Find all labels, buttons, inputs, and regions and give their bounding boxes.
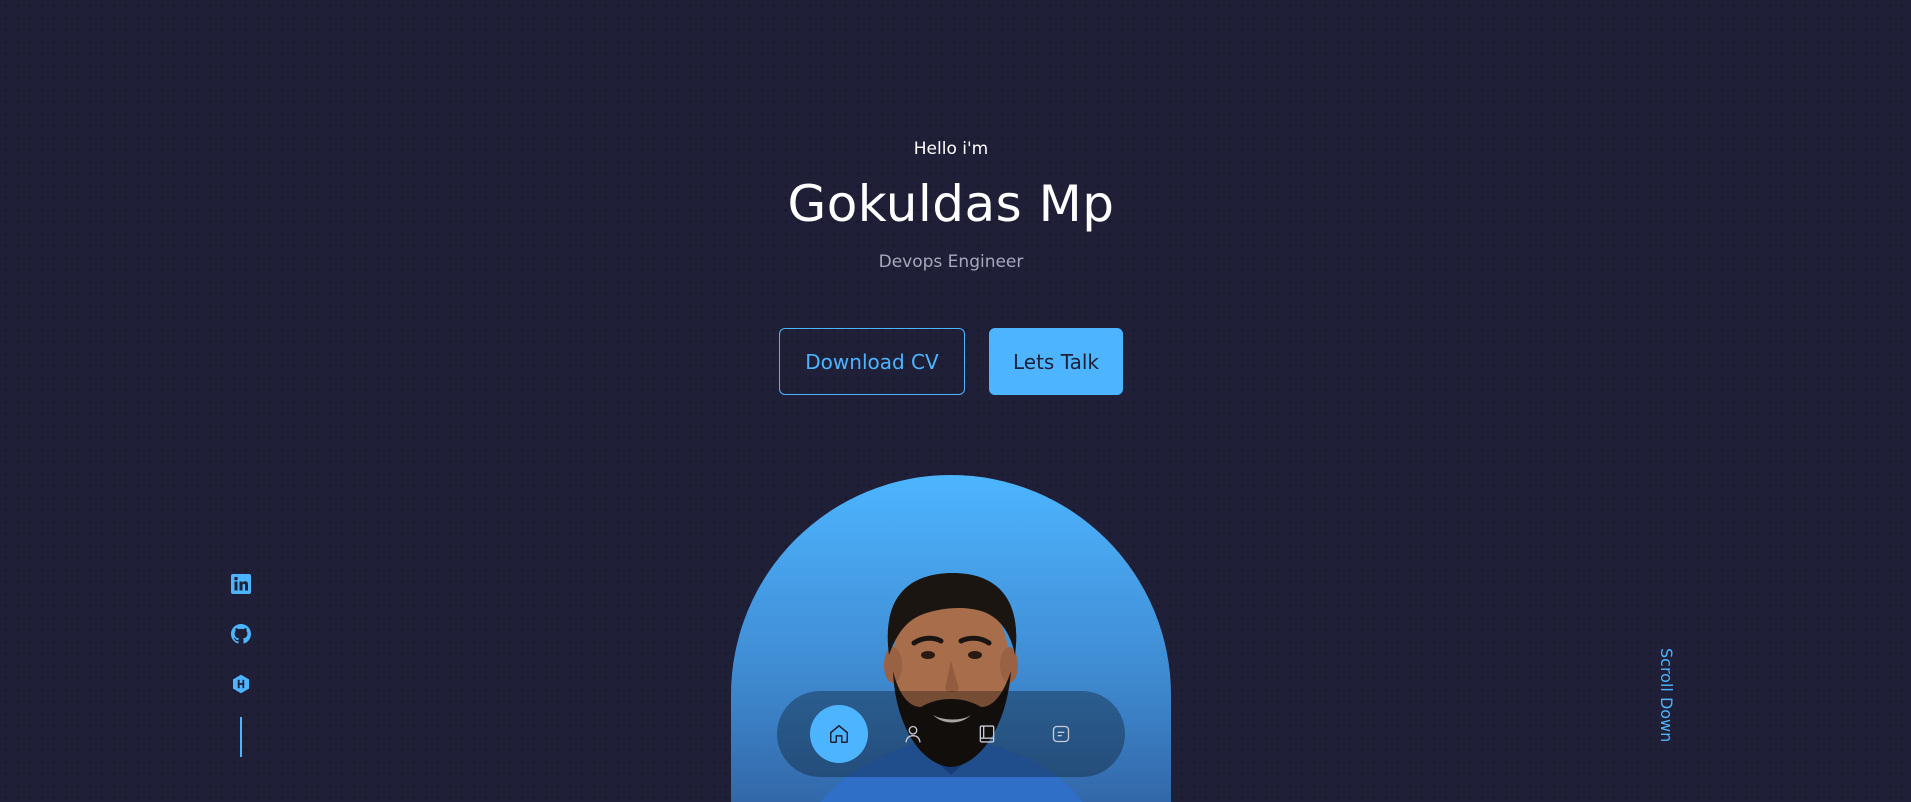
user-icon xyxy=(905,725,921,743)
social-divider-line xyxy=(240,717,242,757)
scroll-down-link[interactable]: Scroll Down xyxy=(1657,648,1676,742)
home-icon xyxy=(830,725,848,743)
scroll-down-wrapper: Scroll Down xyxy=(1654,648,1676,758)
greeting-text: Hello i'm xyxy=(913,139,989,159)
nav-contact[interactable] xyxy=(1032,705,1090,763)
social-links xyxy=(226,569,256,757)
linkedin-icon[interactable] xyxy=(226,569,256,599)
role-subtitle: Devops Engineer xyxy=(878,252,1024,272)
book-icon xyxy=(979,725,995,743)
lets-talk-button[interactable]: Lets Talk xyxy=(989,328,1123,395)
github-icon[interactable] xyxy=(226,619,256,649)
nav-about[interactable] xyxy=(884,705,942,763)
page-title: Gokuldas Mp xyxy=(787,175,1115,233)
hero-page: Hello i'm Gokuldas Mp Devops Engineer Do… xyxy=(0,0,1911,802)
hashnode-icon[interactable] xyxy=(226,669,256,699)
message-icon xyxy=(1052,725,1070,743)
bottom-nav xyxy=(777,691,1125,777)
download-cv-button[interactable]: Download CV xyxy=(779,328,965,395)
nav-experience[interactable] xyxy=(958,705,1016,763)
nav-home[interactable] xyxy=(810,705,868,763)
